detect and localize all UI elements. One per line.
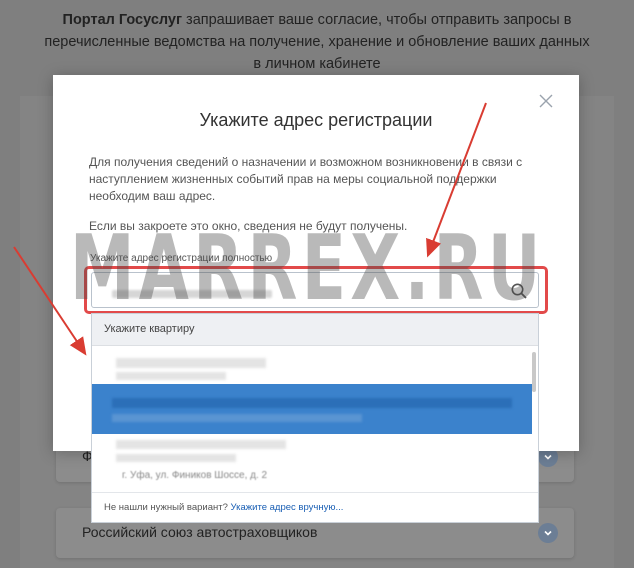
- suggestion-text-redacted: [116, 372, 226, 380]
- address-suggestions-dropdown: Укажите квартиру г. Уфа, ул. Фиников Шос…: [91, 313, 539, 523]
- suggestion-text: г. Уфа, ул. Фиников Шоссе, д. 2: [122, 470, 268, 481]
- apartment-row[interactable]: Укажите квартиру: [92, 314, 538, 346]
- close-icon[interactable]: [538, 93, 554, 109]
- search-icon[interactable]: [510, 282, 528, 300]
- chevron-down-icon[interactable]: [538, 523, 558, 543]
- suggestion-option[interactable]: [92, 350, 532, 384]
- dropdown-footer-text: Не нашли нужный вариант? Укажите адрес в…: [104, 502, 343, 513]
- suggestion-text-redacted: [112, 414, 362, 422]
- modal-warning: Если вы закроете это окно, сведения не б…: [89, 219, 408, 233]
- suggestion-text-redacted: [112, 398, 512, 408]
- modal-description: Для получения сведений о назначении и во…: [89, 155, 523, 203]
- suggestion-option[interactable]: г. Уфа, ул. Фиников Шоссе, д. 2: [92, 466, 532, 486]
- not-found-text: Не нашли нужный вариант?: [104, 502, 231, 513]
- suggestion-text-redacted: [116, 454, 236, 462]
- consent-header-bold: Портал Госуслуг: [62, 12, 183, 28]
- manual-address-link[interactable]: Укажите адрес вручную...: [231, 502, 344, 513]
- address-field-label: Укажите адрес регистрации полностью: [90, 253, 273, 264]
- suggestion-option[interactable]: [92, 434, 532, 466]
- address-input[interactable]: [91, 272, 539, 308]
- suggestion-text-redacted: [116, 440, 286, 449]
- address-input-value-redacted: [112, 290, 272, 298]
- apartment-label: Укажите квартиру: [104, 323, 195, 335]
- suggestion-text-redacted: [116, 358, 266, 368]
- dropdown-scrollbar[interactable]: [532, 352, 536, 392]
- agency-row-label: Российский союз автостраховщиков: [82, 524, 318, 540]
- consent-header: Портал Госуслуг запрашивает ваше согласи…: [0, 0, 634, 75]
- suggestion-option-selected[interactable]: [92, 384, 532, 434]
- dropdown-footer: Не нашли нужный вариант? Укажите адрес в…: [92, 492, 538, 522]
- modal-title: Укажите адрес регистрации: [199, 110, 433, 130]
